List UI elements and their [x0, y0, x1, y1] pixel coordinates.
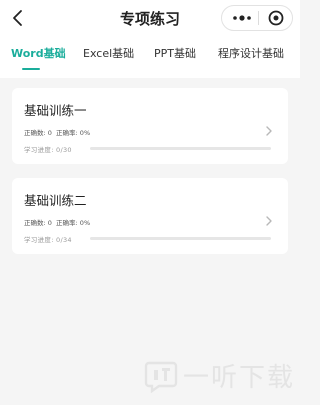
practice-card[interactable]: 基础训练二 正确数: 0 正确率: 0% 学习进度: 0/34: [12, 178, 288, 254]
watermark: 一听下载: [143, 355, 293, 397]
more-dots-icon[interactable]: [231, 9, 253, 27]
card-title: 基础训练二: [24, 193, 87, 208]
tab-ppt[interactable]: PPT基础: [154, 45, 196, 61]
active-tab-indicator: [22, 68, 40, 70]
tab-excel[interactable]: Excel基础: [83, 45, 134, 61]
tab-programming[interactable]: 程序设计基础: [218, 45, 284, 61]
progress-track: [90, 147, 271, 150]
card-stats: 正确数: 0 正确率: 0%: [24, 127, 90, 137]
target-circle-icon[interactable]: [266, 9, 286, 27]
mini-program-capsule: [221, 5, 293, 31]
progress-label: 学习进度: 0/30: [24, 146, 72, 154]
tab-word[interactable]: Word基础: [11, 45, 66, 61]
category-tabs: Word基础 Excel基础 PPT基础 程序设计基础: [0, 41, 300, 71]
capsule-divider: [258, 11, 259, 25]
practice-card[interactable]: 基础训练一 正确数: 0 正确率: 0% 学习进度: 0/30: [12, 88, 288, 164]
yiting-logo-icon: [143, 357, 179, 394]
correct-count: 正确数: 0: [24, 129, 52, 137]
card-stats: 正确数: 0 正确率: 0%: [24, 217, 90, 227]
progress-track: [90, 237, 271, 240]
watermark-text: 一听下载: [183, 363, 296, 393]
progress-label: 学习进度: 0/34: [24, 236, 72, 244]
correct-rate: 正确率: 0%: [56, 219, 91, 227]
correct-count: 正确数: 0: [24, 219, 52, 227]
chevron-right-icon: [264, 122, 274, 136]
card-title: 基础训练一: [24, 103, 87, 118]
correct-rate: 正确率: 0%: [56, 129, 91, 137]
top-navigation-bar: 专项练习 Word基础 Excel基础 PPT基础 程序设计基础: [0, 0, 300, 78]
chevron-right-icon: [264, 212, 274, 226]
